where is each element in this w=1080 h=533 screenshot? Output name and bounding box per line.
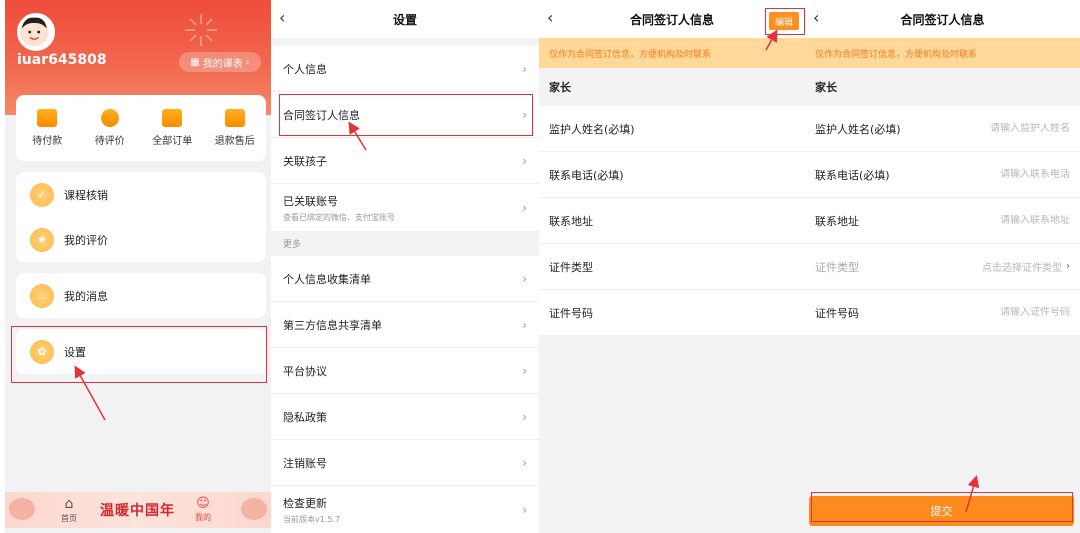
firework-icon	[185, 14, 217, 46]
settings-list: 个人信息 › 合同签订人信息 › 关联孩子 › 已关联账号 查看已绑定的微信、支…	[271, 46, 539, 232]
cartoon-face-icon	[19, 17, 49, 47]
wallet-icon	[37, 109, 58, 127]
signer-info-view-screen: ‹ 合同签订人信息 编辑 仅作为合同签订信息，方便机构及时联系 家长 监护人姓名…	[539, 0, 805, 533]
menu-group-1: ✓ 课程核销 ★ 我的评价	[16, 172, 266, 262]
new-year-banner: 温暖中国年	[100, 503, 175, 519]
person-icon: ☺	[196, 496, 210, 511]
signer-info-edit-screen: ‹ 合同签订人信息 仅作为合同签订信息，方便机构及时联系 家长 监护人姓名(必填…	[805, 0, 1080, 533]
chevron-right-icon: ›	[522, 409, 527, 424]
edit-button[interactable]: 编辑	[769, 12, 799, 30]
gear-icon: ✿	[30, 339, 54, 364]
calendar-icon: ▦	[190, 56, 200, 68]
back-arrow-icon[interactable]: ‹	[547, 8, 553, 27]
field-id-number: 证件号码	[805, 290, 1080, 336]
signer-edit-form: 监护人姓名(必填) 联系电话(必填) 联系地址 证件类型 点击选择证件类型 › …	[805, 106, 1080, 336]
field-address: 联系地址	[805, 198, 1080, 244]
section-more-label: 更多	[283, 240, 302, 250]
field-id-number: 证件号码	[539, 290, 805, 336]
chevron-right-icon: ›	[522, 271, 527, 286]
settings-item-delete-account[interactable]: 注销账号 ›	[271, 440, 539, 486]
field-guardian-name: 监护人姓名(必填)	[805, 106, 1080, 152]
menu-course-verify[interactable]: ✓ 课程核销	[16, 172, 266, 217]
settings-item-info-collection[interactable]: 个人信息收集清单 ›	[271, 256, 539, 302]
chevron-right-icon: ›	[522, 502, 527, 517]
menu-group-3: ✿ 设置	[16, 329, 266, 374]
ticket-icon: ✓	[30, 182, 54, 207]
chevron-right-icon: ›	[522, 455, 527, 470]
refund-icon	[224, 109, 245, 127]
settings-item-contract-signer[interactable]: 合同签订人信息 ›	[271, 92, 539, 138]
settings-item-check-update[interactable]: 检查更新 当前版本v1.5.7 ›	[271, 486, 539, 533]
page-title: 合同签订人信息	[900, 12, 985, 27]
page-title: 合同签订人信息	[629, 12, 714, 27]
profile-screen: iuar645808 ▦ 我的课表 › 待付款 待评价 全部订单 退款售后 ✓ …	[5, 0, 271, 533]
chevron-right-icon: ›	[522, 200, 527, 215]
notice-banner: 仅作为合同签订信息，方便机构及时联系	[539, 38, 805, 68]
submit-button[interactable]: 提交	[809, 496, 1074, 526]
order-all[interactable]: 全部订单	[142, 109, 202, 147]
signer-info-list: 监护人姓名(必填) 联系电话(必填) 联系地址 证件类型 证件号码	[539, 106, 805, 336]
my-schedule-button[interactable]: ▦ 我的课表 ›	[179, 52, 261, 72]
tab-mine[interactable]: ☺ 我的	[195, 496, 211, 523]
lantern-icon	[241, 498, 267, 520]
username: iuar645808	[17, 52, 107, 68]
chevron-right-icon: ›	[1066, 261, 1070, 272]
star-icon	[100, 109, 119, 127]
menu-my-reviews[interactable]: ★ 我的评价	[16, 217, 266, 262]
chevron-right-icon: ›	[522, 61, 527, 76]
field-guardian-name: 监护人姓名(必填)	[539, 106, 805, 152]
page-title: 设置	[392, 12, 417, 27]
order-pending-payment[interactable]: 待付款	[17, 109, 77, 147]
chevron-right-icon: ›	[522, 363, 527, 378]
back-arrow-icon[interactable]: ‹	[813, 8, 819, 27]
review-icon: ★	[30, 227, 54, 252]
field-address: 联系地址	[539, 198, 805, 244]
settings-item-platform-agreement[interactable]: 平台协议 ›	[271, 348, 539, 394]
chevron-right-icon: ›	[245, 56, 250, 68]
notice-banner: 仅作为合同签订信息，方便机构及时联系	[805, 38, 1080, 68]
menu-group-2: … 我的消息	[16, 273, 266, 318]
back-arrow-icon[interactable]: ‹	[279, 8, 285, 27]
settings-screen: ‹ 设置 个人信息 › 合同签订人信息 › 关联孩子 › 已关联账号 查看已绑定…	[271, 0, 539, 533]
clipboard-icon	[162, 109, 183, 127]
field-id-type: 证件类型	[539, 244, 805, 290]
order-refund[interactable]: 退款售后	[205, 109, 265, 147]
chevron-right-icon: ›	[522, 153, 527, 168]
settings-item-personal-info[interactable]: 个人信息 ›	[271, 46, 539, 92]
order-pending-review[interactable]: 待评价	[80, 109, 140, 147]
message-icon: …	[30, 283, 54, 308]
chevron-right-icon: ›	[522, 107, 527, 122]
phone-input[interactable]	[960, 169, 1070, 180]
id-type-picker[interactable]: 点击选择证件类型 ›	[982, 259, 1070, 274]
settings-more-list: 个人信息收集清单 › 第三方信息共享清单 › 平台协议 › 隐私政策 › 注销账…	[271, 256, 539, 533]
id-number-input[interactable]	[960, 307, 1070, 318]
signer-nav-bar: ‹ 合同签订人信息 编辑	[539, 0, 805, 38]
settings-item-privacy-policy[interactable]: 隐私政策 ›	[271, 394, 539, 440]
home-icon: ⌂	[64, 496, 74, 512]
menu-my-messages[interactable]: … 我的消息	[16, 273, 266, 318]
field-id-type[interactable]: 证件类型 点击选择证件类型 ›	[805, 244, 1080, 290]
menu-settings[interactable]: ✿ 设置	[16, 329, 266, 374]
tab-home[interactable]: ⌂ 首页	[61, 496, 77, 524]
avatar[interactable]	[17, 13, 55, 51]
settings-item-linked-accounts[interactable]: 已关联账号 查看已绑定的微信、支付宝账号 ›	[271, 184, 539, 232]
settings-item-linked-child[interactable]: 关联孩子 ›	[271, 138, 539, 184]
field-phone: 联系电话(必填)	[539, 152, 805, 198]
group-title: 家长	[805, 68, 1080, 106]
guardian-name-input[interactable]	[960, 123, 1070, 134]
settings-nav-bar: ‹ 设置	[271, 0, 539, 38]
settings-item-third-party-sharing[interactable]: 第三方信息共享清单 ›	[271, 302, 539, 348]
address-input[interactable]	[960, 215, 1070, 226]
lantern-icon	[9, 498, 35, 520]
bottom-tab-bar: ⌂ 首页 温暖中国年 ☺ 我的	[5, 492, 271, 528]
group-title: 家长	[539, 68, 805, 106]
field-phone: 联系电话(必填)	[805, 152, 1080, 198]
orders-card: 待付款 待评价 全部订单 退款售后	[16, 95, 266, 161]
chevron-right-icon: ›	[522, 317, 527, 332]
signer-edit-nav-bar: ‹ 合同签订人信息	[805, 0, 1080, 38]
